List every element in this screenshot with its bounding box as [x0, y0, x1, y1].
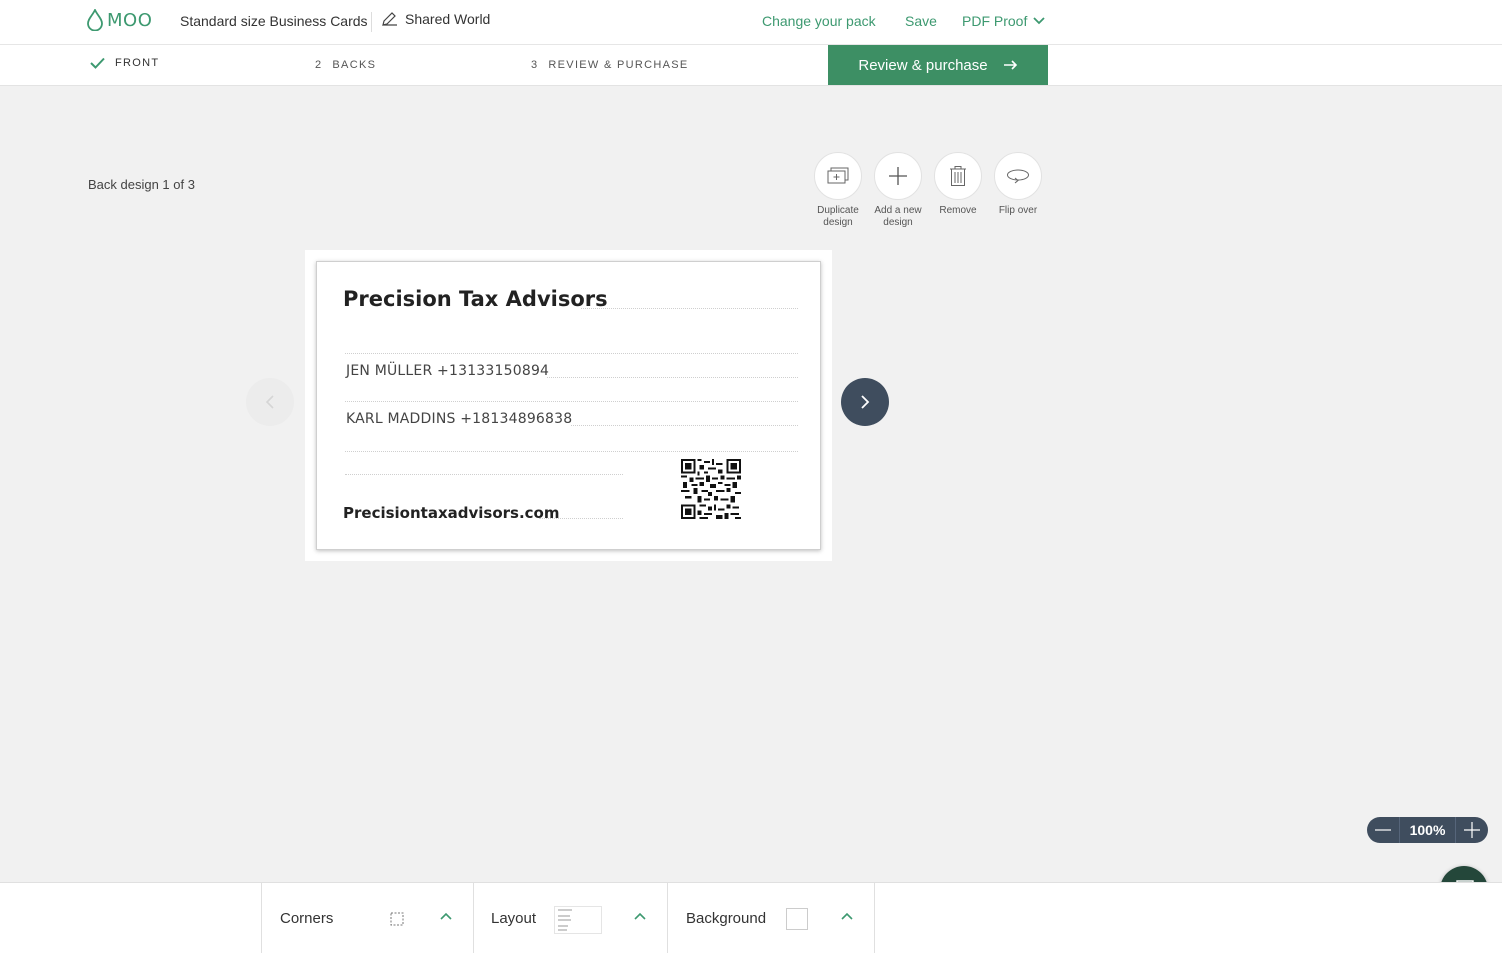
product-title: Standard size Business Cards: [180, 13, 368, 29]
remove-button-circle: [934, 152, 982, 200]
pencil-icon: [382, 12, 397, 26]
step-backs-number: 2: [315, 59, 323, 71]
minus-icon: [1375, 829, 1391, 831]
layout-thumbnail-icon: [554, 906, 602, 934]
background-panel[interactable]: Background: [667, 883, 875, 953]
check-icon: [90, 57, 105, 69]
text-box-guide: [345, 353, 798, 354]
text-box-guide: [571, 425, 798, 426]
back-design-counter: Back design 1 of 3: [88, 177, 195, 192]
card-contact-line-2[interactable]: KARL MADDINS +18134896838: [346, 411, 572, 427]
text-box-guide: [345, 401, 798, 402]
previous-design-button[interactable]: [246, 378, 294, 426]
design-tools: Duplicate design Add a new design Remove…: [808, 152, 1048, 229]
next-design-button[interactable]: [841, 378, 889, 426]
text-box-guide: [547, 377, 798, 378]
plus-icon: [889, 167, 907, 185]
step-review-label: REVIEW & PURCHASE: [548, 59, 689, 71]
duplicate-label: Duplicate design: [817, 205, 859, 228]
pdf-proof-label: PDF Proof: [962, 13, 1028, 29]
trash-icon: [950, 166, 966, 186]
add-design-button[interactable]: Add a new design: [868, 152, 928, 229]
chevron-up-icon: [634, 912, 646, 920]
step-backs[interactable]: 2 BACKS: [315, 59, 376, 71]
duplicate-icon: [827, 167, 849, 184]
add-button-circle: [874, 152, 922, 200]
remove-design-button[interactable]: Remove: [928, 152, 988, 229]
flip-icon: [1007, 169, 1029, 184]
corners-panel[interactable]: Corners: [261, 883, 473, 953]
flip-over-button[interactable]: Flip over: [988, 152, 1048, 229]
pdf-proof-dropdown[interactable]: PDF Proof: [962, 13, 1045, 29]
moo-drop-icon: [87, 9, 103, 31]
step-review[interactable]: 3 REVIEW & PURCHASE: [531, 59, 689, 71]
step-backs-label: BACKS: [332, 59, 377, 71]
flip-button-circle: [994, 152, 1042, 200]
card-canvas: Precision Tax Advisors JEN MÜLLER +13133…: [305, 250, 832, 561]
qr-code-image[interactable]: [681, 459, 741, 519]
text-box-guide: [345, 474, 623, 475]
flip-label: Flip over: [998, 205, 1038, 216]
bottom-toolbar: Corners Layout Background: [0, 882, 1502, 953]
top-header: MOO Standard size Business Cards Shared …: [0, 0, 1502, 45]
duplicate-button-circle: [814, 152, 862, 200]
corner-square-icon: [390, 912, 404, 926]
world-name: Shared World: [405, 11, 491, 27]
card-website[interactable]: Precisiontaxadvisors.com: [343, 504, 559, 522]
business-card-back[interactable]: Precision Tax Advisors JEN MÜLLER +13133…: [316, 261, 821, 550]
card-contact-line-1[interactable]: JEN MÜLLER +13133150894: [346, 363, 549, 379]
corners-label: Corners: [280, 910, 334, 927]
change-pack-link[interactable]: Change your pack: [762, 13, 876, 29]
save-link[interactable]: Save: [905, 13, 937, 29]
duplicate-design-button[interactable]: Duplicate design: [808, 152, 868, 229]
step-bar: FRONT 2 BACKS 3 REVIEW & PURCHASE Review…: [0, 45, 1502, 86]
plus-icon: [1464, 822, 1480, 838]
arrow-right-icon: [1003, 60, 1017, 70]
chevron-left-icon: [265, 395, 274, 409]
layout-label: Layout: [491, 910, 537, 927]
add-design-label: Add a new design: [874, 205, 922, 228]
step-review-number: 3: [531, 59, 539, 71]
moo-logo[interactable]: MOO: [87, 9, 152, 31]
zoom-in-button[interactable]: [1456, 817, 1488, 843]
review-purchase-label: Review & purchase: [858, 56, 988, 74]
remove-label: Remove: [939, 205, 977, 216]
text-box-guide: [539, 518, 623, 519]
zoom-out-button[interactable]: [1367, 817, 1399, 843]
world-name-edit[interactable]: Shared World: [381, 11, 490, 27]
step-front[interactable]: FRONT: [90, 57, 159, 69]
step-front-label: FRONT: [115, 57, 160, 69]
chevron-down-icon: [1033, 17, 1045, 25]
layout-panel[interactable]: Layout: [473, 883, 667, 953]
background-swatch: [786, 908, 808, 930]
chevron-up-icon: [440, 912, 452, 920]
chevron-up-icon: [841, 912, 853, 920]
review-purchase-button[interactable]: Review & purchase: [828, 45, 1048, 85]
text-box-guide: [581, 308, 798, 309]
background-label: Background: [686, 910, 767, 927]
header-divider: [371, 12, 372, 32]
zoom-control: 100%: [1367, 817, 1488, 843]
chevron-right-icon: [861, 395, 870, 409]
text-box-guide: [345, 451, 798, 452]
logo-text: MOO: [107, 9, 153, 31]
zoom-level: 100%: [1399, 817, 1456, 843]
card-company-name[interactable]: Precision Tax Advisors: [343, 287, 608, 311]
